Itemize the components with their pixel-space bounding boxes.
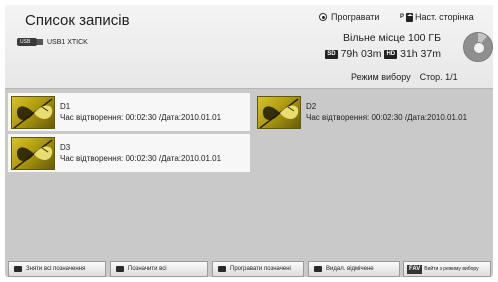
page-title: Список записів: [25, 12, 130, 29]
hd-time: 31h 37m: [400, 48, 441, 60]
color-key-icon: [218, 266, 226, 272]
unmark-all-label: Зняти всі позначення: [26, 266, 86, 272]
list-item[interactable]: D2 Час відтворення: 00:02:30 /Дата:2010.…: [254, 93, 490, 131]
color-key-icon: [14, 266, 22, 272]
item-title: D2: [306, 102, 317, 111]
play-option-label: Програвати: [331, 12, 380, 22]
delete-marked-button[interactable]: Видал. відмічене: [308, 261, 400, 277]
sd-badge: SD: [325, 49, 338, 59]
selection-mode-label: Режим вибору: [351, 72, 411, 82]
color-key-icon: [314, 266, 322, 272]
usb-icon: USB: [17, 38, 43, 46]
butterfly-thumbnail-icon: [257, 95, 301, 129]
exit-mode-label: Вийти з режиму вибору: [424, 266, 479, 272]
hd-badge: HD: [384, 49, 398, 59]
mark-all-button[interactable]: Позначити всі: [110, 261, 208, 277]
header: Список записів USB USB1 XTICK Програвати…: [5, 5, 493, 89]
item-title: D1: [60, 102, 71, 111]
unmark-all-button[interactable]: Зняти всі позначення: [8, 261, 106, 277]
play-option[interactable]: Програвати: [319, 12, 379, 22]
recordings-screen: Список записів USB USB1 XTICK Програвати…: [5, 5, 493, 277]
sd-time: 79h 03m: [340, 48, 382, 60]
usb-icon-label: USB: [20, 39, 31, 45]
page-key-label: P: [400, 14, 405, 20]
remaining-time: SD 79h 03m HD 31h 37m: [325, 48, 441, 60]
fav-key-icon: FAV: [407, 264, 423, 274]
item-meta: Час відтворення: 00:02:30 /Дата:2010.01.…: [60, 154, 222, 163]
page-icon: [406, 12, 414, 22]
mode-status: Режим вибору Стор. 1/1: [351, 72, 458, 82]
storage-device: USB USB1 XTICK: [17, 38, 88, 46]
item-meta: Час відтворення: 00:02:30 /Дата:2010.01.…: [60, 113, 222, 122]
device-name: USB1 XTICK: [47, 38, 88, 46]
color-key-icon: [116, 266, 124, 272]
item-meta: Час відтворення: 00:02:30 /Дата:2010.01.…: [306, 113, 468, 122]
radio-icon: [319, 13, 327, 21]
next-page-label: Наст. сторінка: [415, 12, 474, 22]
delete-marked-label: Видал. відмічене: [326, 266, 374, 272]
play-marked-label: Програвати позначені: [230, 266, 291, 272]
play-marked-button[interactable]: Програвати позначені: [212, 261, 304, 277]
butterfly-thumbnail-icon: [11, 95, 55, 129]
disk-usage-icon: [463, 32, 493, 62]
list-item[interactable]: D1 Час відтворення: 00:02:30 /Дата:2010.…: [8, 93, 250, 131]
mark-all-label: Позначити всі: [128, 266, 167, 272]
list-item[interactable]: D3 Час відтворення: 00:02:30 /Дата:2010.…: [8, 134, 250, 172]
next-page-button[interactable]: P Наст. сторінка: [400, 12, 474, 22]
butterfly-thumbnail-icon: [11, 136, 55, 170]
exit-selection-mode-button[interactable]: FAV Вийти з режиму вибору: [403, 261, 491, 277]
page-indicator: Стор. 1/1: [419, 72, 458, 82]
item-title: D3: [60, 143, 71, 152]
button-bar: Зняти всі позначення Позначити всі Прогр…: [5, 261, 493, 277]
free-space: Вільне місце 100 ГБ: [343, 32, 441, 44]
